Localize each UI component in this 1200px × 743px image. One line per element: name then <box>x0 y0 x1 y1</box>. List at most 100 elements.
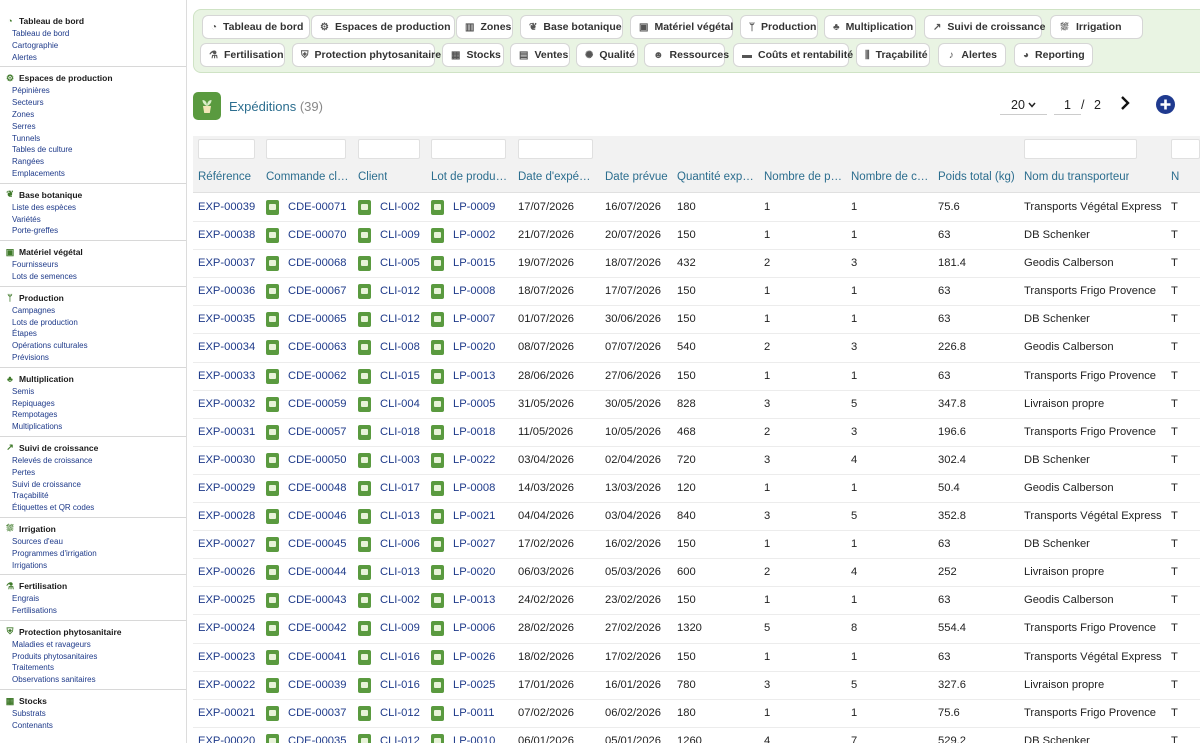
table-cell[interactable]: CLI-002 <box>380 594 420 606</box>
sidebar-item[interactable]: Pépinières <box>5 85 186 97</box>
sidebar-item[interactable]: Multiplications <box>5 421 186 433</box>
sidebar-item[interactable]: Programmes d'irrigation <box>5 548 186 560</box>
sidebar-item[interactable]: Contenants <box>5 720 186 732</box>
record-link-icon[interactable] <box>431 565 444 581</box>
record-link-icon[interactable] <box>266 228 279 244</box>
record-link-icon[interactable] <box>266 312 279 328</box>
sidebar-section-title[interactable]: ▣ Matériel végétal <box>5 245 186 259</box>
table-cell[interactable]: EXP-00032 <box>198 398 255 410</box>
sidebar-section-title[interactable]: ⚙ Espaces de production <box>5 71 186 85</box>
record-link-icon[interactable] <box>431 593 444 609</box>
column-header[interactable]: Date d'expé… <box>518 171 591 183</box>
table-cell[interactable]: CLI-005 <box>380 257 420 269</box>
table-row[interactable]: EXP-00028 CDE-00046 CLI-013 LP-0021 04/04/20… <box>193 503 1200 532</box>
nav-button[interactable]: ❦ Base botanique <box>520 15 623 39</box>
add-button[interactable] <box>1156 95 1175 114</box>
table-cell[interactable]: CLI-013 <box>380 566 420 578</box>
table-cell[interactable]: CDE-00068 <box>288 257 346 269</box>
record-link-icon[interactable] <box>266 256 279 272</box>
table-row[interactable]: EXP-00038 CDE-00070 CLI-009 LP-0002 21/07/20… <box>193 222 1200 251</box>
sidebar-item[interactable]: Substrats <box>5 708 186 720</box>
table-cell[interactable]: LP-0009 <box>453 201 495 213</box>
sidebar-section-title[interactable]: ⚗ Fertilisation <box>5 579 186 593</box>
table-cell[interactable]: LP-0010 <box>453 735 495 743</box>
table-cell[interactable]: EXP-00036 <box>198 285 255 297</box>
table-cell[interactable]: CLI-015 <box>380 370 420 382</box>
sidebar-item[interactable]: Engrais <box>5 593 186 605</box>
record-link-icon[interactable] <box>358 200 371 215</box>
sidebar-item[interactable]: Relevés de croissance <box>5 455 186 467</box>
record-link-icon[interactable] <box>431 424 444 440</box>
nav-button[interactable]: ↗ Suivi de croissance <box>924 15 1045 39</box>
table-row[interactable]: EXP-00037 CDE-00068 CLI-005 LP-0015 19/07/20… <box>193 250 1200 279</box>
table-cell[interactable]: EXP-00033 <box>198 370 255 382</box>
record-link-icon[interactable] <box>358 509 371 525</box>
table-cell[interactable]: CDE-00065 <box>288 313 346 325</box>
record-link-icon[interactable] <box>358 649 371 665</box>
next-page-button[interactable] <box>1117 93 1133 113</box>
table-cell[interactable]: CLI-012 <box>380 285 420 297</box>
table-cell[interactable]: LP-0022 <box>453 454 495 466</box>
nav-button[interactable]: ▬ Coûts et rentabilité <box>733 43 853 67</box>
nav-button[interactable]: ♣ Multiplication <box>824 15 916 39</box>
sidebar-item[interactable]: Serres <box>5 121 186 133</box>
table-cell[interactable]: LP-0011 <box>453 707 494 719</box>
record-link-icon[interactable] <box>358 256 371 272</box>
record-link-icon[interactable] <box>266 677 279 693</box>
record-link-icon[interactable] <box>358 452 371 468</box>
sidebar-item[interactable]: Pertes <box>5 467 186 479</box>
record-link-icon[interactable] <box>431 452 444 468</box>
column-filter-input[interactable] <box>518 139 593 159</box>
table-cell[interactable]: LP-0015 <box>453 257 495 269</box>
column-header[interactable]: Nombre de p… <box>764 171 842 183</box>
sidebar-item[interactable]: Fournisseurs <box>5 259 186 271</box>
table-row[interactable]: EXP-00033 CDE-00062 CLI-015 LP-0013 28/06/20… <box>193 363 1200 391</box>
table-cell[interactable]: LP-0008 <box>453 482 495 494</box>
sidebar-item[interactable]: Lots de production <box>5 317 186 329</box>
record-link-icon[interactable] <box>431 480 444 496</box>
record-link-icon[interactable] <box>358 424 371 440</box>
table-cell[interactable]: EXP-00028 <box>198 510 255 522</box>
sidebar-item[interactable]: Liste des espèces <box>5 202 186 214</box>
record-link-icon[interactable] <box>431 677 444 693</box>
column-header[interactable]: Nom du transporteur <box>1024 171 1129 183</box>
table-cell[interactable]: EXP-00024 <box>198 622 255 634</box>
table-cell[interactable]: EXP-00026 <box>198 566 255 578</box>
record-link-icon[interactable] <box>266 340 279 356</box>
record-link-icon[interactable] <box>266 537 279 553</box>
table-cell[interactable]: LP-0006 <box>453 622 495 634</box>
record-link-icon[interactable] <box>358 312 371 328</box>
nav-button[interactable]: ♪ Alertes <box>938 43 1006 67</box>
sidebar-item[interactable]: Alertes <box>5 52 186 64</box>
sidebar-item[interactable]: Campagnes <box>5 305 186 317</box>
sidebar-item[interactable]: Tableau de bord <box>5 28 186 40</box>
sidebar-item[interactable]: Traçabilité <box>5 490 186 502</box>
table-cell[interactable]: CDE-00046 <box>288 510 346 522</box>
table-cell[interactable]: EXP-00021 <box>198 707 255 719</box>
sidebar-item[interactable]: Secteurs <box>5 97 186 109</box>
record-link-icon[interactable] <box>266 200 279 215</box>
sidebar-item[interactable]: Opérations culturales <box>5 340 186 352</box>
sidebar-item[interactable]: Traitements <box>5 662 186 674</box>
record-link-icon[interactable] <box>266 621 279 637</box>
table-cell[interactable]: EXP-00020 <box>198 735 255 743</box>
record-link-icon[interactable] <box>431 284 444 300</box>
table-cell[interactable]: LP-0020 <box>453 341 495 353</box>
table-cell[interactable]: CDE-00045 <box>288 538 346 550</box>
sidebar-item[interactable]: Sources d'eau <box>5 536 186 548</box>
record-link-icon[interactable] <box>266 480 279 496</box>
table-cell[interactable]: CLI-002 <box>380 201 420 213</box>
table-cell[interactable]: LP-0005 <box>453 398 495 410</box>
sidebar-section-title[interactable]: ↗ Suivi de croissance <box>5 441 186 455</box>
record-link-icon[interactable] <box>431 200 444 215</box>
table-cell[interactable]: CLI-009 <box>380 229 420 241</box>
sidebar-item[interactable]: Zones <box>5 109 186 121</box>
record-link-icon[interactable] <box>431 509 444 525</box>
table-cell[interactable]: LP-0002 <box>453 229 495 241</box>
column-header[interactable]: N <box>1171 171 1179 183</box>
sidebar-item[interactable]: Repiquages <box>5 398 186 410</box>
column-filter-input[interactable] <box>266 139 346 159</box>
sidebar-item[interactable]: Rangées <box>5 156 186 168</box>
nav-button[interactable]: ⚗ Fertilisation <box>200 43 285 67</box>
table-cell[interactable]: EXP-00034 <box>198 341 255 353</box>
